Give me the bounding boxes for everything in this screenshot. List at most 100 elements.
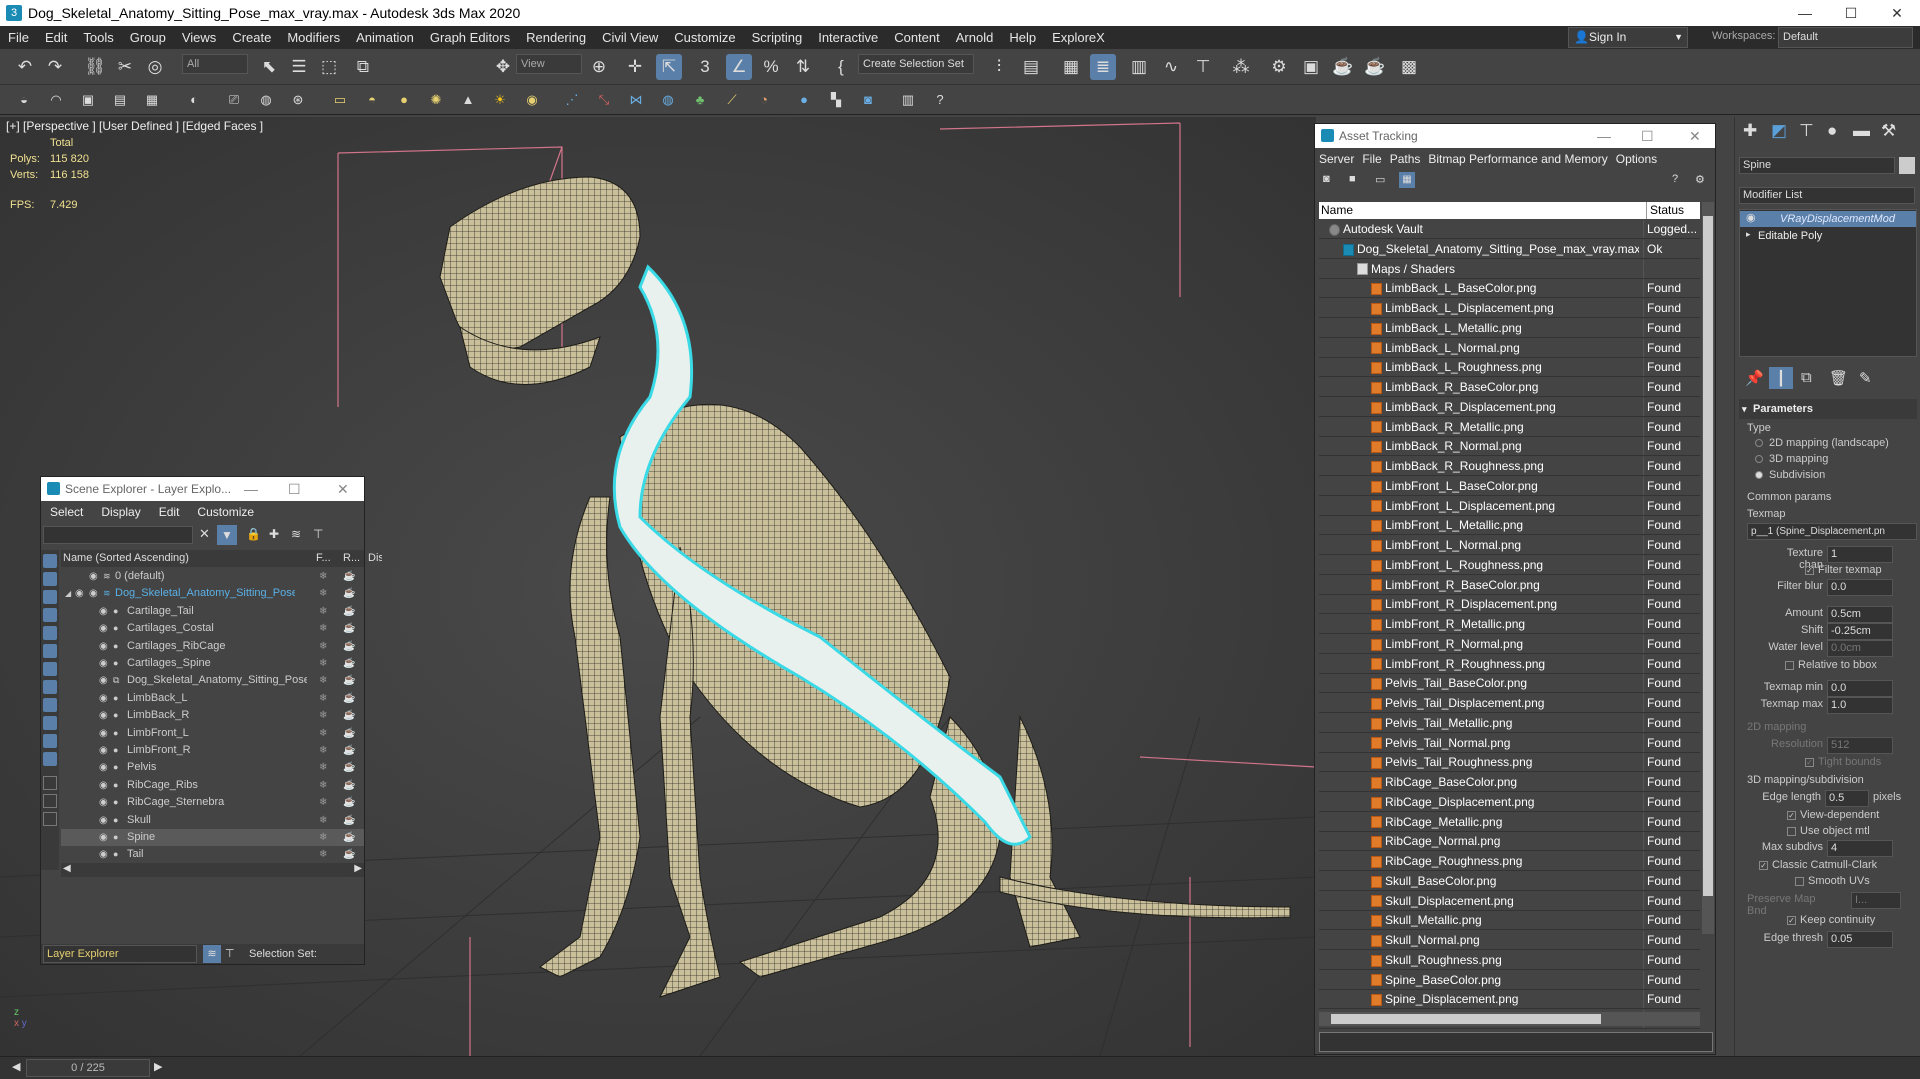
vray-sphere-icon[interactable]: ◍ — [658, 90, 678, 110]
menu-modifiers[interactable]: Modifiers — [279, 30, 348, 45]
teapot-icon[interactable]: ◒ — [14, 90, 34, 110]
freeze-icon[interactable]: ❄ — [319, 829, 327, 846]
filter-blur-spinner[interactable]: 0.0 — [1827, 579, 1893, 596]
ambient-light-icon[interactable]: ◉ — [522, 90, 542, 110]
asset-row[interactable]: RibCage_BaseColor.png Found — [1319, 773, 1700, 792]
utilities-tab-icon[interactable]: ⚒ — [1881, 121, 1896, 141]
asset-row[interactable]: LimbBack_R_Displacement.png Found — [1319, 397, 1700, 417]
menu-help[interactable]: Help — [1001, 30, 1044, 45]
menu-views[interactable]: Views — [174, 30, 224, 45]
freeze-icon[interactable]: ❄ — [319, 585, 327, 602]
asset-row[interactable]: LimbFront_R_Metallic.png Found — [1319, 615, 1700, 634]
visibility-eye-icon[interactable]: ◉ — [89, 568, 98, 585]
asset-row[interactable]: Dog_Skeletal_Anatomy_Sitting_Pose_max_vr… — [1319, 239, 1700, 259]
pivot-center-icon[interactable]: ⊕ — [586, 54, 612, 80]
asset-row[interactable]: LimbFront_L_Displacement.png Found — [1319, 496, 1700, 516]
menu-rendering[interactable]: Rendering — [518, 30, 594, 45]
visibility-eye-icon[interactable]: ◉ — [99, 655, 108, 672]
freeze-icon[interactable]: ❄ — [319, 846, 327, 863]
renderable-icon[interactable]: ☕ — [343, 846, 355, 863]
freeze-icon[interactable]: ❄ — [319, 794, 327, 811]
maximize-icon[interactable]: ☐ — [1641, 124, 1654, 148]
asset-row[interactable]: Pelvis_Tail_Metallic.png Found — [1319, 713, 1700, 733]
vray-light-icon[interactable]: ⟋ — [722, 90, 742, 110]
scene-tree-row[interactable]: ◉ ● Pelvis ❄ ☕ — [61, 759, 364, 776]
asset-tracking-header[interactable]: Asset Tracking — ☐ ✕ — [1315, 124, 1715, 148]
scene-tree-row[interactable]: ◉ ● RibCage_Sternebra ❄ ☕ — [61, 794, 364, 811]
menu-file[interactable]: File — [0, 30, 37, 45]
renderable-icon[interactable]: ☕ — [343, 707, 355, 724]
scene-tree-row[interactable]: ◉ ● Cartilages_RibCage ❄ ☕ — [61, 638, 364, 655]
renderable-icon[interactable]: ☕ — [343, 568, 355, 585]
freeze-icon[interactable]: ❄ — [319, 603, 327, 620]
visibility-eye-icon[interactable]: ◉ — [99, 759, 108, 776]
tight-bounds-checkbox[interactable]: ✓ Tight bounds — [1805, 756, 1881, 768]
edit-named-selection-icon[interactable]: { — [828, 54, 854, 80]
parameters-rollout[interactable]: ▾ Parameters — [1739, 399, 1917, 419]
vray-material-icon[interactable]: ● — [794, 90, 814, 110]
maximize-button[interactable]: ☐ — [1828, 0, 1874, 26]
water-level-spinner[interactable]: 0.0cm — [1827, 640, 1893, 657]
asset-row[interactable]: Skull_Displacement.png Found — [1319, 891, 1700, 911]
layer-sort-icon[interactable]: ≋ — [203, 945, 221, 963]
help-icon[interactable]: ? — [930, 90, 950, 110]
helpers-filter-icon[interactable] — [43, 626, 57, 640]
texmap-min-spinner[interactable]: 0.0 — [1827, 680, 1893, 697]
asset-row[interactable]: LimbFront_R_Displacement.png Found — [1319, 595, 1700, 615]
remove-modifier-icon[interactable]: 🗑 — [1829, 369, 1848, 387]
pin-stack-icon[interactable]: 📌 — [1745, 369, 1764, 387]
vray-plant-icon[interactable]: ♣ — [690, 90, 710, 110]
stack-item-editable-poly[interactable]: Editable Poly — [1740, 228, 1916, 244]
plane-icon[interactable]: ▭ — [330, 90, 350, 110]
curve-editor-icon[interactable]: ∿ — [1158, 54, 1184, 80]
asset-horizontal-scrollbar[interactable] — [1319, 1012, 1700, 1026]
material-editor-icon[interactable]: ⁂ — [1228, 54, 1254, 80]
groups-filter-icon[interactable] — [43, 662, 57, 676]
visibility-eye-icon[interactable]: ◉ — [99, 812, 108, 829]
grid-icon[interactable]: ▦ — [142, 90, 162, 110]
asset-row[interactable]: LimbBack_L_Normal.png Found — [1319, 338, 1700, 358]
select-by-name-icon[interactable]: ☰ — [286, 54, 312, 80]
asset-row[interactable]: LimbFront_L_Roughness.png Found — [1319, 555, 1700, 575]
asset-row[interactable]: LimbBack_L_BaseColor.png Found — [1319, 279, 1700, 299]
asset-row[interactable]: Pelvis_Tail_Normal.png Found — [1319, 733, 1700, 753]
layer-icon[interactable]: ▤ — [110, 90, 130, 110]
freeze-icon[interactable]: ❄ — [319, 620, 327, 637]
edge-length-spinner[interactable]: 0.5 — [1825, 790, 1869, 807]
shift-spinner[interactable]: -0.25cm — [1827, 623, 1893, 640]
asset-row[interactable]: Pelvis_Tail_BaseColor.png Found — [1319, 674, 1700, 694]
asset-row[interactable]: LimbBack_R_Normal.png Found — [1319, 437, 1700, 457]
freeze-icon[interactable]: ❄ — [319, 672, 327, 689]
scene-menu-display[interactable]: Display — [92, 505, 149, 519]
filter-icon[interactable]: ▼ — [217, 525, 237, 545]
scroll-left-icon[interactable]: ◀ — [63, 863, 71, 874]
box-icon[interactable]: ▣ — [78, 90, 98, 110]
toggle-layer-explorer-icon[interactable]: ≣ — [1090, 54, 1116, 80]
hierarchy-sort-icon[interactable]: ⊤ — [225, 944, 235, 964]
snaps-3d-icon[interactable]: 3 — [692, 54, 718, 80]
asset-row[interactable]: LimbBack_R_BaseColor.png Found — [1319, 378, 1700, 397]
asset-row[interactable]: LimbBack_L_Roughness.png Found — [1319, 358, 1700, 378]
visibility-eye-icon[interactable]: ◉ — [99, 829, 108, 846]
window-crossing-icon[interactable]: ⧉ — [350, 54, 376, 80]
display-tab-icon[interactable]: ▬ — [1853, 121, 1870, 141]
viewport-label[interactable]: [+] [Perspective ] [User Defined ] [Edge… — [6, 119, 263, 133]
freeze-icon[interactable]: ❄ — [319, 812, 327, 829]
asset-row[interactable]: LimbBack_L_Displacement.png Found — [1319, 299, 1700, 318]
omni-icon[interactable]: ✺ — [426, 90, 446, 110]
col-name[interactable]: Name (Sorted Ascending) — [63, 550, 189, 567]
hierarchy-icon[interactable]: ⊤ — [313, 527, 323, 541]
smooth-uvs-checkbox[interactable]: Smooth UVs — [1795, 875, 1870, 887]
expand-icon[interactable]: ▸ — [1746, 229, 1751, 240]
sun-icon[interactable]: ☀ — [490, 90, 510, 110]
menu-explorex[interactable]: ExploreX — [1044, 30, 1113, 45]
scene-horizontal-scrollbar[interactable]: ◀ ▶ — [61, 863, 364, 877]
scene-tree-row[interactable]: ◉ ● Skull ❄ ☕ — [61, 812, 364, 829]
asset-row[interactable]: Skull_Normal.png Found — [1319, 931, 1700, 950]
menu-edit[interactable]: Edit — [37, 30, 75, 45]
asset-row[interactable]: Spine_Displacement.png Found — [1319, 990, 1700, 1010]
scene-explorer-header[interactable]: Scene Explorer - Layer Explo... — ☐ ✕ — [41, 477, 364, 501]
use-object-mtl-checkbox[interactable]: Use object mtl — [1787, 825, 1870, 837]
undo-icon[interactable]: ↶ — [12, 54, 38, 80]
asset-row[interactable]: LimbFront_L_Metallic.png Found — [1319, 516, 1700, 536]
